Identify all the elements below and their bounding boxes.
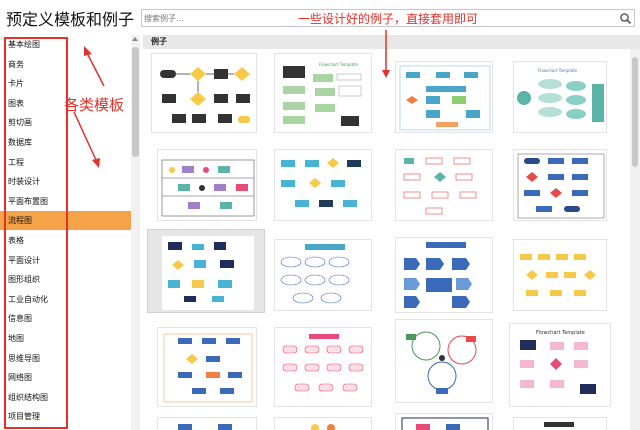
sidebar-item[interactable]: 基本绘图 [0, 35, 131, 54]
page-title: 预定义模板和例子 [6, 10, 135, 29]
example-thumbnail[interactable] [395, 319, 493, 403]
sidebar-item[interactable]: 信息图 [0, 309, 131, 328]
thumbnail-title: Flowchart Template [536, 330, 585, 336]
sidebar-item[interactable]: 图形组织 [0, 270, 131, 289]
gallery-scroll-thumb[interactable] [632, 57, 638, 167]
flowchart-preview [520, 254, 596, 296]
flowchart-preview [311, 424, 335, 430]
flowchart-preview [401, 417, 489, 430]
example-thumbnail[interactable] [274, 327, 372, 407]
example-thumbnail[interactable] [513, 239, 607, 311]
flowchart-preview [163, 333, 253, 403]
flowchart-preview [404, 242, 472, 308]
flowchart-preview [161, 159, 255, 217]
example-thumbnail[interactable] [147, 229, 265, 313]
flowchart-preview [517, 153, 605, 219]
example-thumbnail[interactable] [274, 417, 372, 430]
sidebar-item[interactable]: 工业自动化 [0, 290, 131, 309]
sidebar-item[interactable]: 平面设计 [0, 251, 131, 270]
sidebar-item[interactable]: 表格 [0, 231, 131, 250]
example-thumbnail[interactable] [274, 149, 372, 221]
example-thumbnail[interactable] [157, 149, 257, 221]
example-thumbnail[interactable]: Flowchart Template [513, 61, 607, 133]
example-thumbnail[interactable]: Flowchart Template [509, 323, 611, 407]
sidebar-item[interactable]: 商务 [0, 55, 131, 74]
sidebar-item[interactable]: 数据库 [0, 133, 131, 152]
search-icon[interactable] [619, 12, 632, 25]
examples-gallery: Flowchart Template Flowchart Template Fl… [143, 49, 630, 430]
example-thumbnail[interactable] [157, 417, 257, 430]
flowchart-preview [281, 158, 361, 207]
sidebar-item[interactable]: 网络图 [0, 368, 131, 387]
examples-header: 例子 [143, 35, 640, 49]
example-thumbnail[interactable]: Flowchart Template [274, 53, 372, 133]
annotation-examples: 一些设计好的例子，直接套用即可 [298, 12, 479, 26]
flowchart-preview [544, 422, 574, 427]
example-thumbnail[interactable] [513, 149, 607, 221]
sidebar-item[interactable]: 平面布置图 [0, 192, 131, 211]
example-thumbnail[interactable] [395, 413, 493, 430]
flowchart-preview [406, 331, 477, 394]
example-thumbnail[interactable] [395, 61, 493, 133]
flowchart-preview [280, 244, 350, 304]
sidebar-item[interactable]: 工程 [0, 153, 131, 172]
sidebar-item[interactable]: 项目管理 [0, 407, 131, 426]
flowchart-preview [282, 334, 364, 392]
sidebar-item[interactable]: 剪切画 [0, 113, 131, 132]
example-thumbnail[interactable] [157, 327, 257, 407]
example-thumbnail[interactable] [513, 417, 607, 430]
flowchart-preview [178, 424, 232, 430]
thumbnail-title: Flowchart Template [319, 62, 359, 67]
flowchart-preview [399, 65, 491, 131]
flowchart-preview [160, 67, 250, 123]
sidebar-item[interactable]: 卡片 [0, 74, 131, 93]
scroll-up-icon[interactable] [132, 37, 138, 41]
flowchart-preview [403, 157, 477, 215]
sidebar-scroll-thumb[interactable] [132, 47, 139, 157]
flowchart-preview: Flowchart Template [283, 62, 362, 126]
gallery-scrollbar[interactable] [630, 49, 640, 430]
example-thumbnail[interactable] [151, 53, 257, 133]
example-thumbnail[interactable] [395, 237, 493, 313]
example-thumbnail[interactable] [395, 149, 493, 221]
sidebar-item[interactable]: 流程图 [0, 211, 131, 231]
sidebar-item[interactable]: 组织结构图 [0, 388, 131, 407]
sidebar-item[interactable]: 时装设计 [0, 172, 131, 191]
sidebar-item[interactable]: 思维导图 [0, 349, 131, 368]
flowchart-preview: Flowchart Template [517, 68, 604, 122]
annotation-categories: 各类模板 [64, 96, 125, 114]
sidebar-item[interactable]: 地图 [0, 329, 131, 348]
example-thumbnail[interactable] [274, 239, 372, 311]
flowchart-preview [162, 236, 254, 310]
flowchart-preview: Flowchart Template [520, 330, 596, 394]
sidebar-scrollbar[interactable] [131, 35, 140, 430]
thumbnail-title: Flowchart Template [538, 68, 578, 73]
